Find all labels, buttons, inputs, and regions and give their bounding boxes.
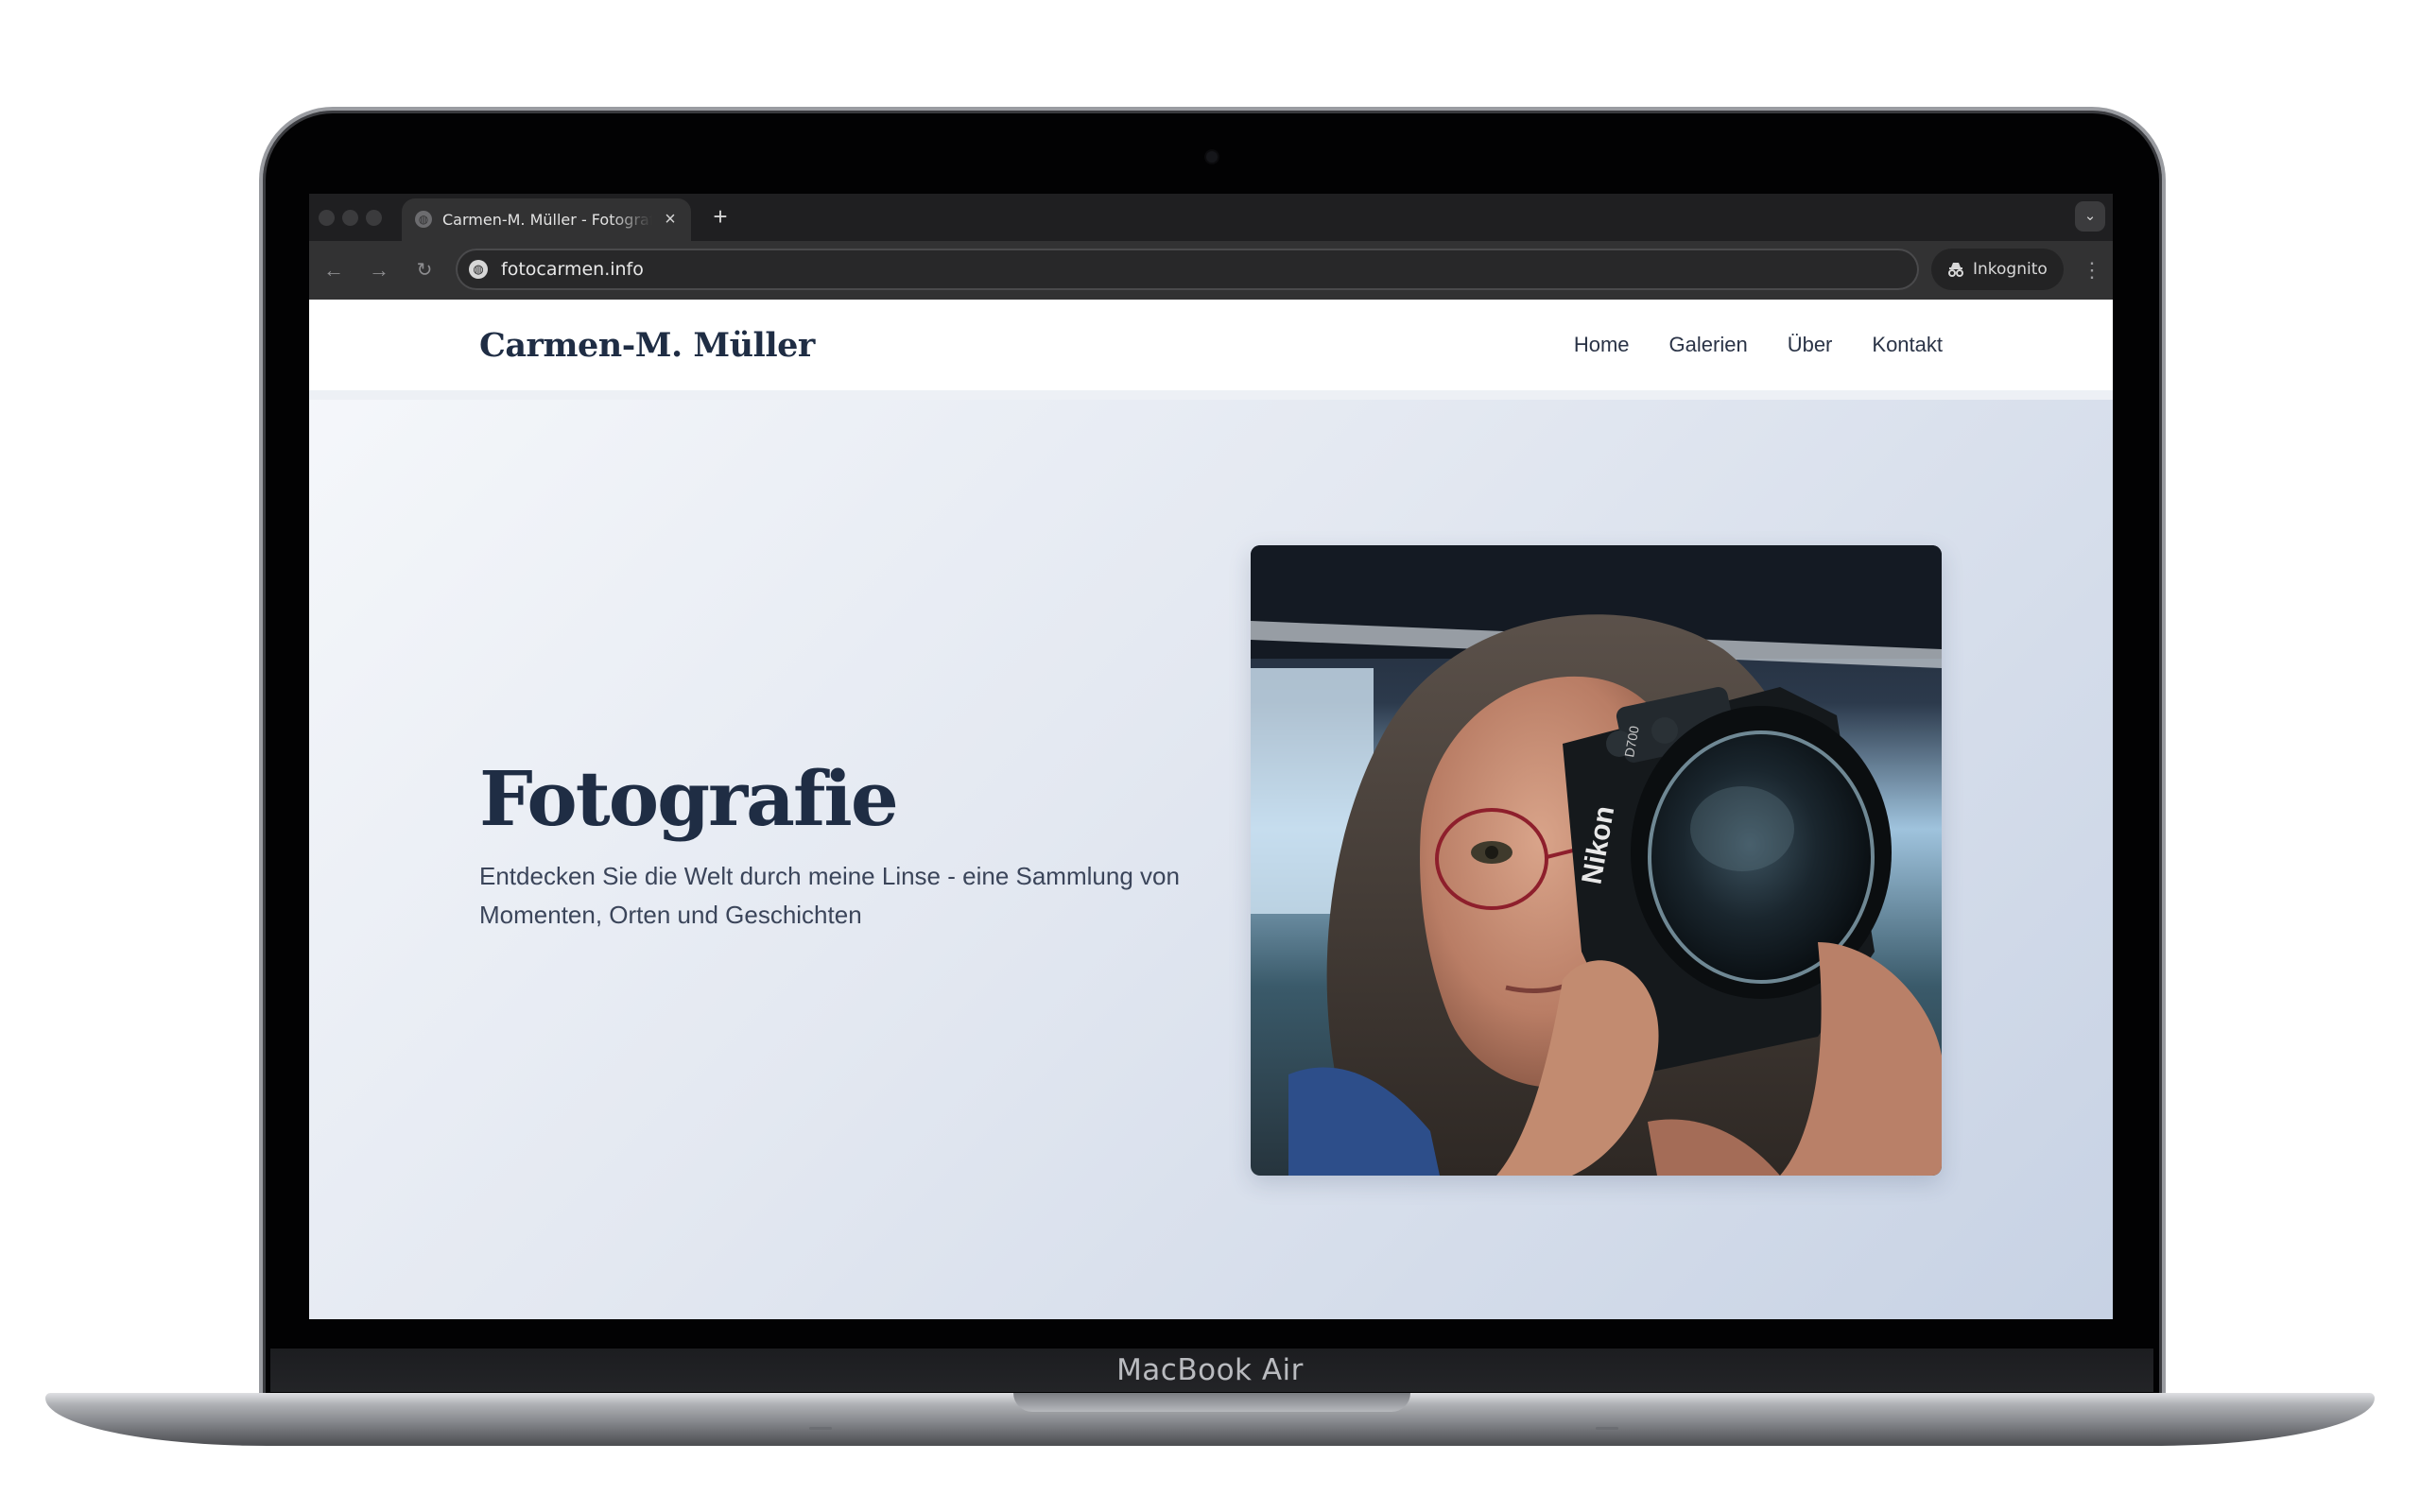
window-zoom-button[interactable] [366,210,382,226]
hero-subtitle: Entdecken Sie die Welt durch meine Linse… [479,862,1180,929]
nav-galerien[interactable]: Galerien [1669,331,1748,359]
laptop-foot [1596,1427,1618,1430]
hero-photo: Nikon D700 [1251,545,1942,1176]
tab-title: Carmen-M. Müller - Fotografie [442,211,652,229]
incognito-icon [1946,260,1965,279]
laptop-notch [1013,1393,1410,1412]
address-bar[interactable]: ◍ fotocarmen.info [456,249,1919,290]
incognito-indicator[interactable]: Inkognito [1931,249,2064,290]
nav-home[interactable]: Home [1574,331,1630,359]
nav-ueber[interactable]: Über [1788,331,1833,359]
new-tab-button[interactable]: + [706,203,735,232]
webcam [1206,151,1218,163]
screen: ◍ Carmen-M. Müller - Fotografie × + ⌄ ← … [309,194,2113,1319]
site-header: Carmen-M. Müller Home Galerien Über Kont… [309,300,2113,400]
device-label: MacBook Air [1116,1353,1304,1387]
kebab-menu-icon[interactable]: ⋮ [2081,255,2103,285]
main-nav: Home Galerien Über Kontakt [1574,331,1943,359]
url-text: fotocarmen.info [501,259,644,280]
nav-kontakt[interactable]: Kontakt [1872,331,1943,359]
close-icon[interactable]: × [659,208,682,231]
hero-title: Fotografie [479,754,899,843]
arrow-right-icon[interactable]: → [364,255,394,285]
browser-tab[interactable]: ◍ Carmen-M. Müller - Fotografie × [402,198,691,241]
incognito-label: Inkognito [1973,260,2048,279]
tab-bar: ◍ Carmen-M. Müller - Fotografie × + ⌄ [309,194,2113,241]
reload-icon[interactable]: ↻ [409,255,440,285]
arrow-left-icon[interactable]: ← [319,255,349,285]
window-close-button[interactable] [319,210,335,226]
web-page: Carmen-M. Müller Home Galerien Über Kont… [309,300,2113,1319]
window-minimize-button[interactable] [342,210,358,226]
site-info-icon[interactable]: ◍ [469,260,488,279]
globe-icon: ◍ [415,211,432,228]
laptop-foot [809,1427,832,1430]
chevron-down-icon[interactable]: ⌄ [2075,201,2105,232]
site-logo[interactable]: Carmen-M. Müller [479,326,815,365]
browser-toolbar: ← → ↻ ◍ fotocarmen.info Inkognito ⋮ [309,241,2113,300]
